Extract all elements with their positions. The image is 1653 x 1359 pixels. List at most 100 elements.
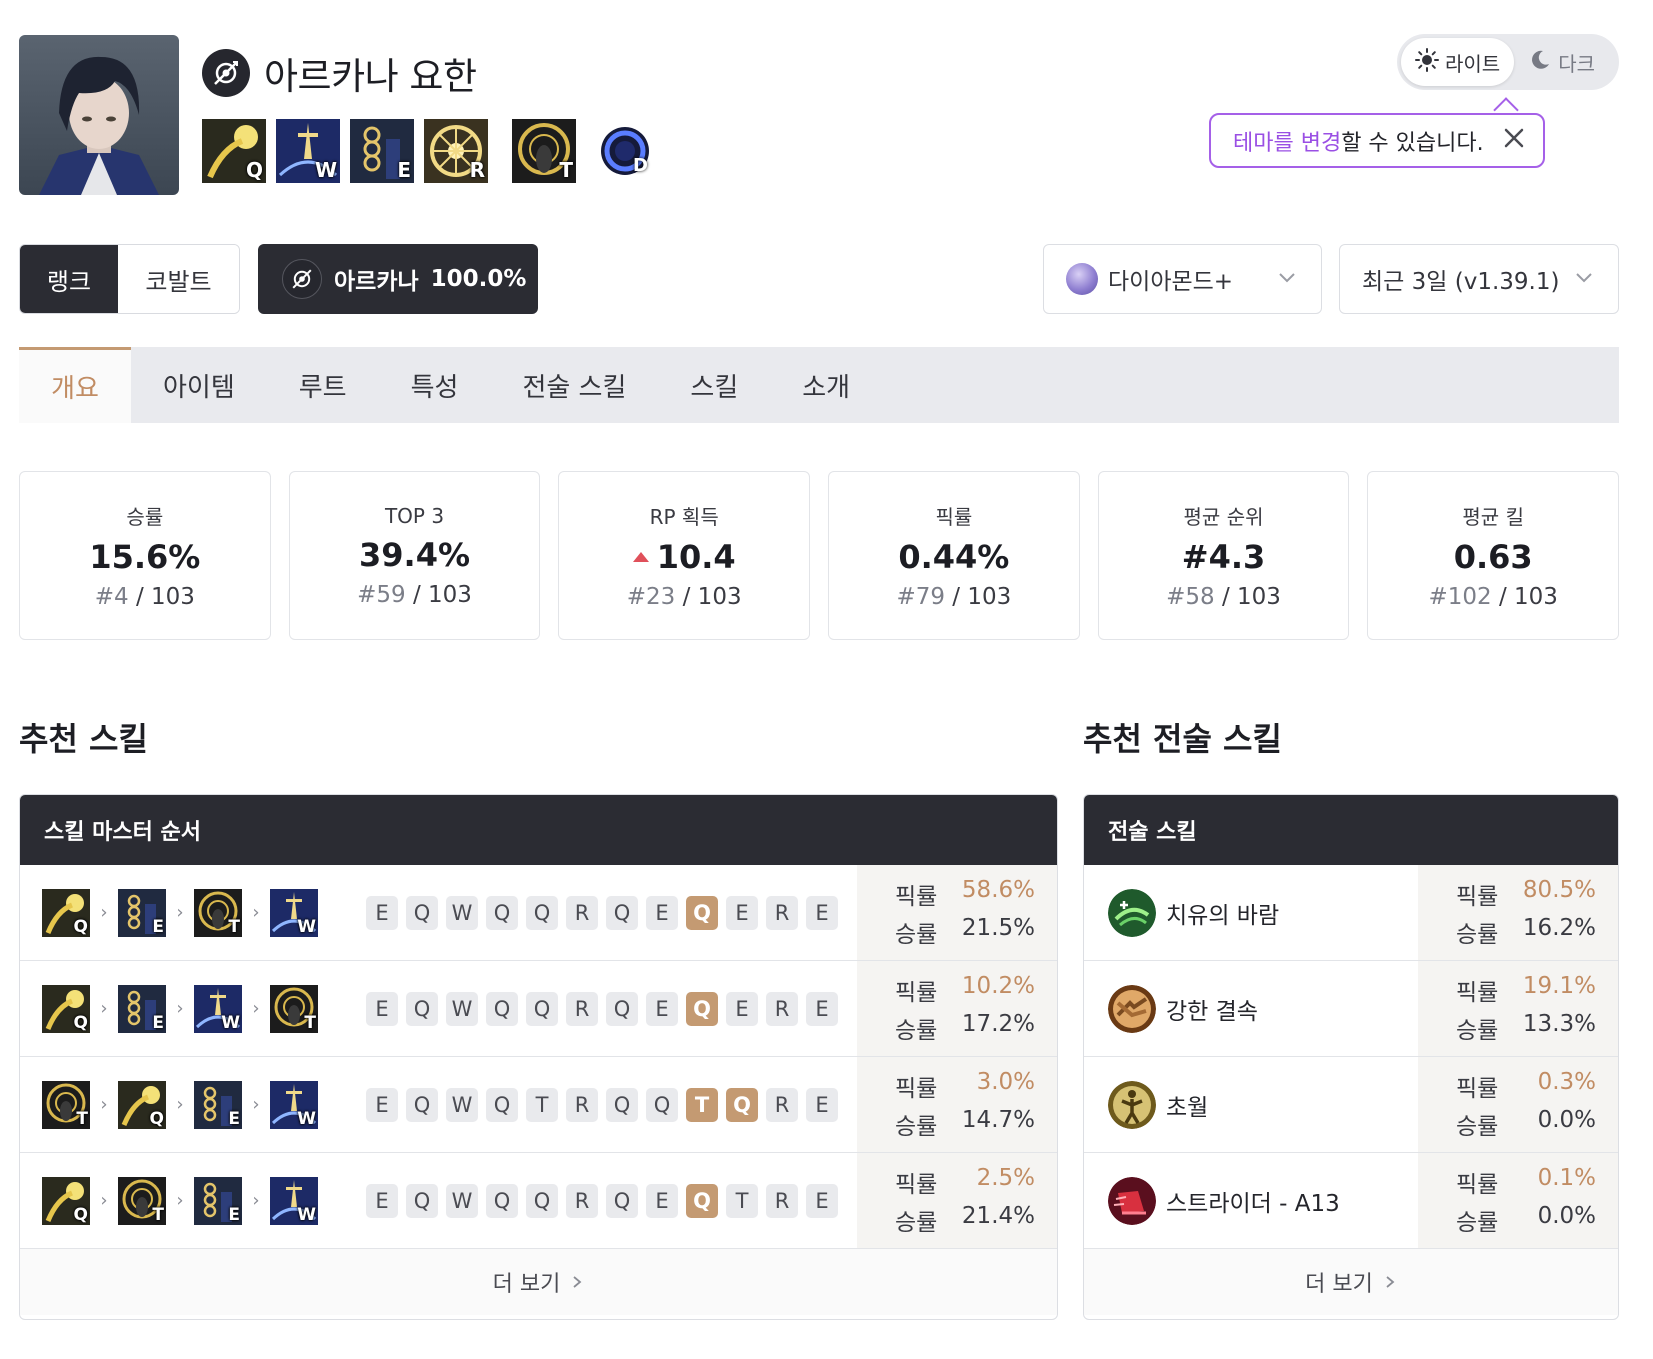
stat-value: #4.3 — [1182, 538, 1266, 576]
skill-key-label: W — [314, 158, 337, 182]
tactical-skill-item[interactable]: 초월 — [1084, 1080, 1209, 1129]
winrate-label: 승률 — [895, 1017, 938, 1044]
tier-dropdown-value: 다이아몬드+ — [1108, 269, 1234, 295]
recommended-tactical-skills-title: 추천 전술 스킬 — [1083, 720, 1282, 758]
chevron-right-icon: › — [252, 1190, 260, 1211]
skill-key-label: E — [397, 158, 411, 182]
winrate-label: 승률 — [895, 1209, 938, 1236]
close-icon[interactable] — [1503, 127, 1525, 155]
skill-level-key: Q — [686, 1183, 718, 1218]
skill-level-key: E — [806, 1183, 838, 1218]
winrate-value: 13.3% — [1522, 1010, 1596, 1037]
pickrate-value: 0.3% — [1537, 1068, 1596, 1095]
stat-value-text: 0.44% — [898, 538, 1010, 576]
tab-route[interactable]: 루트 — [267, 347, 379, 423]
skill-level-key: E — [806, 1087, 838, 1122]
chain-skill-icon: E — [118, 888, 166, 937]
sword-rain-skill-icon[interactable]: W — [276, 119, 340, 183]
stat-label: TOP 3 — [384, 503, 445, 528]
pickrate-label: 픽률 — [1456, 883, 1499, 910]
pickrate-line: 픽률 80.5% — [1456, 877, 1618, 911]
tactical-skill-panel: 전술 스킬 치유의 바람 픽률 80.5% 승률 16.2% 강한 결속 픽률 19.1% 승률… — [1083, 794, 1619, 1320]
chevron-right-icon: › — [100, 998, 108, 1019]
stat-value-text: 10.4 — [656, 538, 736, 576]
skill-more-button[interactable]: 더 보기 — [20, 1249, 1057, 1315]
chain-skill-icon[interactable]: E — [350, 119, 414, 183]
tactical-skill-item[interactable]: 치유의 바람 — [1084, 888, 1279, 937]
skill-level-order: EQWQQRQEQTRE — [366, 1183, 838, 1218]
pickrate-label: 픽률 — [895, 1171, 938, 1198]
skill-level-key: Q — [606, 895, 638, 930]
skill-key-label: R — [469, 158, 485, 182]
light-theme-label: 라이트 — [1445, 51, 1501, 76]
stat-label: 픽률 — [935, 505, 973, 529]
tab-traits[interactable]: 특성 — [379, 347, 491, 423]
dark-theme-button[interactable]: 다크 — [1514, 38, 1609, 86]
row-stats: 픽률 3.0% 승률 14.7% — [857, 1057, 1057, 1152]
stat-value: 0.44% — [898, 538, 1009, 576]
light-theme-button[interactable]: 라이트 — [1401, 38, 1515, 86]
tab-overview[interactable]: 개요 — [19, 347, 131, 423]
stat-card-pickrate: 픽률 0.44% #79 / 103 — [828, 471, 1080, 640]
stat-rank-position: #102 — [1428, 584, 1492, 610]
stat-value: 39.4% — [359, 536, 470, 574]
tactical-skill-item[interactable]: 스트라이더 - A13 — [1084, 1176, 1340, 1225]
winrate-line: 승률 17.2% — [895, 1011, 1057, 1045]
radiant-wheel-skill-icon[interactable]: R — [424, 119, 488, 183]
pickrate-label: 픽률 — [1456, 979, 1499, 1006]
stat-rank: #79 / 103 — [896, 584, 1011, 610]
tab-tactical-skill[interactable]: 전술 스킬 — [490, 347, 658, 423]
tab-skills[interactable]: 스킬 — [658, 347, 770, 423]
healing-wind-icon — [1108, 888, 1156, 937]
character-portrait — [19, 35, 179, 195]
stat-value: 15.6% — [89, 538, 200, 576]
skill-level-key: R — [566, 1087, 598, 1122]
skill-key-label: Q — [73, 1012, 88, 1033]
theme-toggle[interactable]: 라이트 다크 — [1397, 34, 1619, 90]
tactical-skill-item[interactable]: 강한 결속 — [1084, 984, 1258, 1033]
mode-cobalt-button[interactable]: 코발트 — [118, 245, 239, 313]
tier-dropdown[interactable]: 다이아몬드+ — [1043, 244, 1322, 314]
bright-orb-skill-icon[interactable]: Q — [202, 119, 266, 183]
skill-key-label: E — [228, 1204, 240, 1225]
skill-level-key: R — [566, 991, 598, 1026]
chevron-right-icon: › — [176, 998, 184, 1019]
arcana-filter-button[interactable]: 아르카나 100.0% — [258, 244, 538, 314]
skill-key-label: Q — [149, 1108, 164, 1129]
chevron-right-icon: › — [100, 902, 108, 923]
mode-rank-button[interactable]: 랭크 — [20, 245, 118, 313]
skill-priority-sequence: T › Q › E › W — [20, 1080, 350, 1129]
skill-key-label: E — [228, 1108, 240, 1129]
pickrate-value: 10.2% — [961, 972, 1035, 999]
tab-intro[interactable]: 소개 — [770, 347, 882, 423]
winrate-value: 0.0% — [1537, 1202, 1596, 1229]
chevron-right-icon: › — [252, 998, 260, 1019]
period-dropdown[interactable]: 최근 3일 (v1.39.1) — [1339, 244, 1619, 314]
skill-level-key: Q — [646, 1087, 678, 1122]
tactical-skill-name: 초월 — [1166, 1094, 1209, 1121]
stat-card-top3: TOP 3 39.4% #59 / 103 — [288, 471, 541, 640]
pickrate-label: 픽률 — [895, 1075, 938, 1102]
winrate-label: 승률 — [895, 921, 938, 948]
skill-key-label: E — [152, 1012, 164, 1033]
skill-key-label: D — [633, 155, 648, 176]
tactical-more-button[interactable]: 더 보기 — [1084, 1249, 1618, 1315]
transcendence-icon — [1108, 1080, 1156, 1129]
skill-priority-sequence: Q › T › E › W — [20, 1176, 350, 1225]
chevron-right-icon: › — [176, 1094, 184, 1115]
skill-level-key: T — [726, 1183, 758, 1218]
winrate-line: 승률 0.0% — [1456, 1203, 1618, 1237]
pickrate-line: 픽률 0.3% — [1456, 1069, 1618, 1103]
tab-bar: 개요 아이템 루트 특성 전술 스킬 스킬 소개 — [19, 347, 1619, 423]
stat-label: 평균 킬 — [1462, 505, 1524, 529]
pickrate-value: 0.1% — [1537, 1164, 1596, 1191]
halo-skill-icon[interactable]: T — [512, 119, 576, 183]
skill-level-key: T — [526, 1087, 558, 1122]
tab-items[interactable]: 아이템 — [131, 347, 267, 423]
skill-level-key: Q — [406, 895, 438, 930]
weapon-skill-icon[interactable]: D — [600, 126, 650, 176]
bright-orb-skill-icon: Q — [42, 888, 90, 937]
skill-key-label: E — [152, 916, 164, 937]
skill-level-key: E — [726, 895, 758, 930]
skill-key-label: T — [559, 158, 573, 182]
